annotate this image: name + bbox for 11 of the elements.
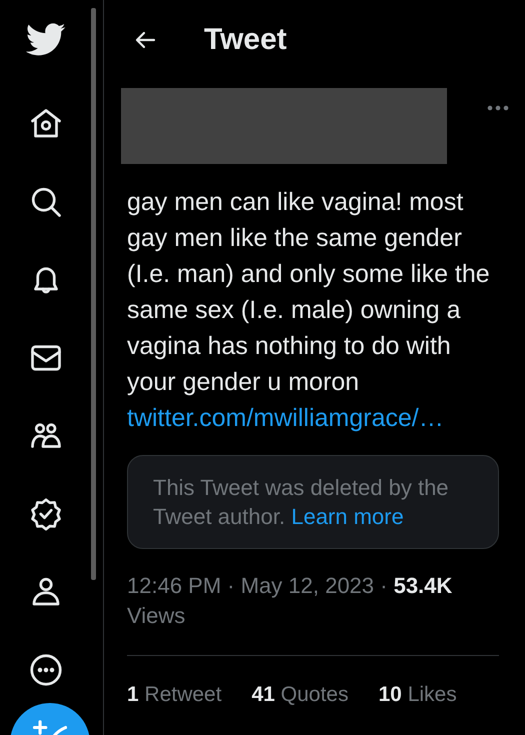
learn-more-link[interactable]: Learn more — [291, 504, 404, 529]
tweet-timestamp-views: 12:46 PM · May 12, 2023 · 53.4K Views — [127, 572, 454, 630]
stat-link[interactable]: 41 Quotes — [252, 683, 348, 707]
tweet-text: gay men can like vagina! most gay men like the same gender (I.e. man) and only some like the same sex (I.e. male) owning a vagina has nothing to do with your gender u moron — [127, 187, 491, 398]
deleted-notice: This Tweet was deleted by the Tweet author. Learn more — [153, 474, 450, 531]
stat-link[interactable]: 10 Likes — [378, 683, 457, 707]
tweet-link[interactable]: twitter.com/mwilliamgrace/… — [127, 400, 444, 436]
stat-link[interactable]: 1 Retweet — [127, 683, 222, 707]
scrollbar-thumb[interactable] — [91, 8, 96, 580]
page-title: Tweet — [204, 23, 287, 57]
more-options-icon[interactable] — [486, 104, 510, 112]
